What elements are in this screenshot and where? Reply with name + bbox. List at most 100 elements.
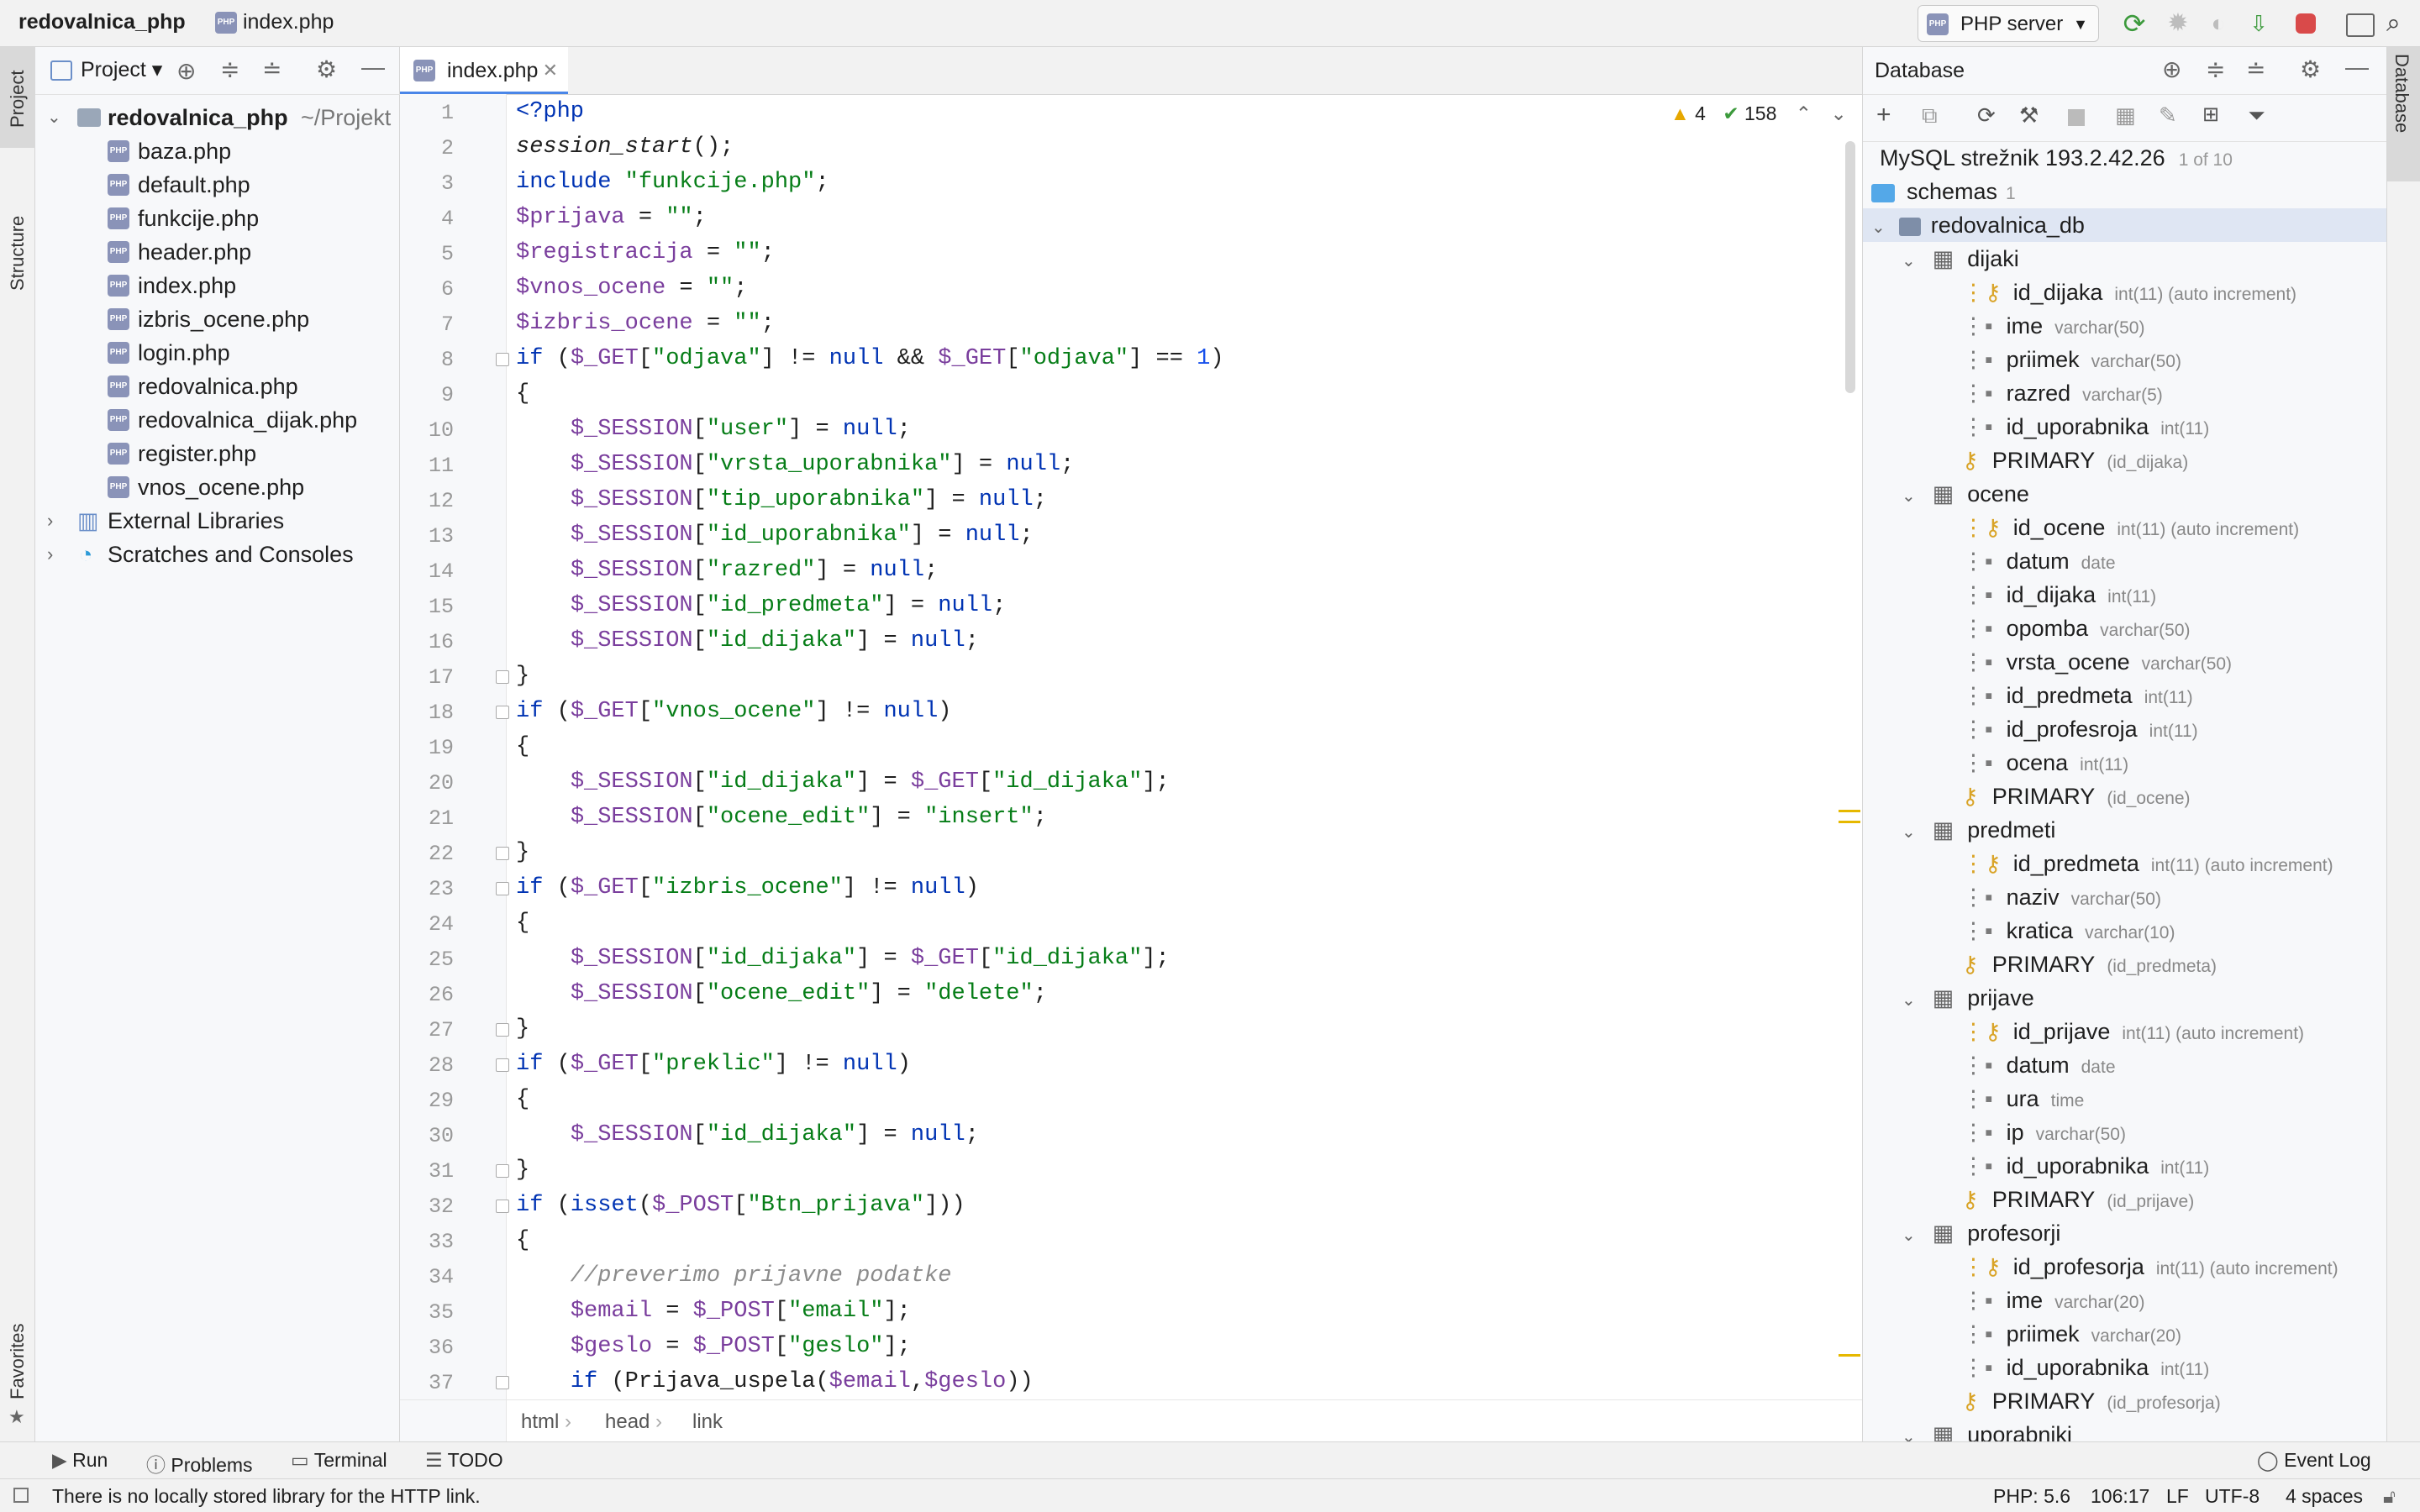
code-line[interactable]: //preverimo prijavne podatke	[516, 1258, 952, 1294]
file-item[interactable]: PHP default.php	[35, 168, 400, 202]
breadcrumb-item[interactable]: html	[521, 1410, 559, 1434]
code-line[interactable]: if ($_GET["vnos_ocene"] != null)	[516, 694, 952, 729]
code-line[interactable]: $_SESSION["id_dijaka"] = null;	[516, 1117, 979, 1152]
column-node[interactable]: ⋮▪ naziv varchar(50)	[1962, 880, 2161, 914]
column-node[interactable]: ⋮▪ id_profesroja int(11)	[1962, 712, 2198, 746]
project-root[interactable]: ⌄ redovalnica_php ~/Projekt	[35, 101, 400, 134]
chevron-up-icon[interactable]: ⌃	[1796, 102, 1812, 124]
code-line[interactable]: {	[516, 1223, 529, 1258]
code-line[interactable]: $_SESSION["ocene_edit"] = "delete";	[516, 976, 1047, 1011]
expand-all-icon[interactable]: ≑	[220, 55, 239, 83]
schemas-node[interactable]: schemas 1	[1871, 175, 2016, 208]
code-line[interactable]: {	[516, 906, 529, 941]
chevron-down-icon[interactable]: ⌄	[1830, 102, 1846, 124]
breadcrumb-item[interactable]: link	[692, 1410, 723, 1434]
code-line[interactable]: }	[516, 1152, 529, 1188]
column-node[interactable]: ⋮▪ ime varchar(20)	[1962, 1284, 2144, 1317]
code-line[interactable]: if (isset($_POST["Btn_prijava"]))	[516, 1188, 965, 1223]
column-node[interactable]: ⋮▪ id_predmeta int(11)	[1962, 679, 2193, 712]
database-tool-tab[interactable]: Database	[2387, 47, 2420, 181]
terminal-tool-button[interactable]: ▭ Terminal	[291, 1449, 387, 1472]
chevron-down-icon[interactable]: ⌄	[1902, 823, 1916, 842]
code-line[interactable]: $_SESSION["tip_uporabnika"] = null;	[516, 482, 1047, 517]
project-view-select[interactable]: Project ▾	[81, 57, 162, 82]
table-icon[interactable]: ▦	[2115, 102, 2136, 129]
scratches-and-consoles[interactable]: › ◔ Scratches and Consoles	[35, 538, 400, 571]
file-item[interactable]: PHP redovalnica_dijak.php	[35, 403, 400, 437]
column-node[interactable]: ⋮⚷ id_ocene int(11) (auto increment)	[1962, 511, 2299, 544]
build-icon[interactable]: ⇩	[2245, 10, 2272, 37]
collapse-all-icon[interactable]: ≐	[262, 55, 281, 83]
table-node[interactable]: ⌄ ▦ dijaki	[1902, 242, 2019, 276]
file-item[interactable]: PHP funkcije.php	[35, 202, 400, 235]
file-item[interactable]: PHP vnos_ocene.php	[35, 470, 400, 504]
column-node[interactable]: ⋮▪ id_dijaka int(11)	[1962, 578, 2156, 612]
file-item[interactable]: PHP header.php	[35, 235, 400, 269]
code-line[interactable]: {	[516, 376, 529, 412]
code-line[interactable]: <?php	[516, 94, 584, 129]
refresh-icon[interactable]: ⟳	[1977, 102, 1996, 129]
table-node[interactable]: ⌄ ▦ profesorji	[1902, 1216, 2060, 1250]
column-node[interactable]: ⋮▪ ura time	[1962, 1082, 2084, 1116]
close-icon[interactable]: ✕	[543, 47, 558, 94]
code-line[interactable]: $_SESSION["id_dijaka"] = $_GET["id_dijak…	[516, 764, 1170, 800]
column-node[interactable]: ⋮▪ ip varchar(50)	[1962, 1116, 2126, 1149]
column-node[interactable]: ⋮⚷ id_profesorja int(11) (auto increment)	[1962, 1250, 2338, 1284]
column-node[interactable]: ⋮▪ vrsta_ocene varchar(50)	[1962, 645, 2232, 679]
expand-all-icon[interactable]: ≑	[2206, 55, 2225, 83]
column-node[interactable]: ⋮▪ priimek varchar(50)	[1962, 343, 2181, 376]
code-line[interactable]: $_SESSION["id_dijaka"] = $_GET["id_dijak…	[516, 941, 1170, 976]
gear-icon[interactable]: ⚙	[316, 55, 337, 83]
table-node[interactable]: ⌄ ▦ predmeti	[1902, 813, 2055, 847]
run-config-select[interactable]: PHP PHP server ▼	[1918, 5, 2099, 42]
file-item[interactable]: PHP login.php	[35, 336, 400, 370]
edit-icon[interactable]: ✎	[2159, 102, 2177, 129]
schema-icon[interactable]: ⚒	[2019, 102, 2039, 129]
code-line[interactable]: $_SESSION["ocene_edit"] = "insert";	[516, 800, 1047, 835]
code-line[interactable]: if (Prijava_uspela($email,$geslo))	[516, 1364, 1034, 1399]
coverage-icon[interactable]: ◐	[2205, 10, 2232, 37]
code-line[interactable]: }	[516, 1011, 529, 1047]
code-line[interactable]: if ($_GET["preklic"] != null)	[516, 1047, 911, 1082]
code-line[interactable]: {	[516, 1082, 529, 1117]
primary-key-node[interactable]: ⚷ PRIMARY (id_dijaka)	[1962, 444, 2188, 477]
line-separator[interactable]: LF	[2166, 1485, 2189, 1508]
add-icon[interactable]: +	[1876, 101, 1891, 129]
chevron-down-icon[interactable]: ⌄	[1902, 252, 1916, 270]
hide-panel-icon[interactable]: —	[361, 54, 385, 81]
indent-setting[interactable]: 4 spaces	[2286, 1485, 2363, 1508]
duplicate-icon[interactable]: ⧉	[1922, 102, 1938, 129]
column-node[interactable]: ⋮▪ datum date	[1962, 544, 2116, 578]
lock-icon[interactable]: 🔓︎	[2383, 1485, 2396, 1508]
column-node[interactable]: ⋮▪ id_uporabnika int(11)	[1962, 410, 2209, 444]
stop-icon[interactable]	[2296, 13, 2316, 34]
php-version[interactable]: PHP: 5.6	[1993, 1485, 2070, 1508]
primary-key-node[interactable]: ⚷ PRIMARY (id_ocene)	[1962, 780, 2191, 813]
column-node[interactable]: ⋮▪ opomba varchar(50)	[1962, 612, 2191, 645]
console-icon[interactable]: ⊞	[2202, 102, 2219, 127]
column-node[interactable]: ⋮▪ ocena int(11)	[1962, 746, 2128, 780]
column-node[interactable]: ⋮▪ kratica varchar(10)	[1962, 914, 2175, 948]
todo-tool-button[interactable]: ☰ TODO	[425, 1449, 503, 1472]
file-item[interactable]: PHP index.php	[35, 269, 400, 302]
code-line[interactable]: if ($_GET["odjava"] != null && $_GET["od…	[516, 341, 1224, 376]
vertical-scrollbar[interactable]	[1845, 141, 1855, 393]
project-crumb[interactable]: redovalnica_php	[18, 10, 186, 34]
chevron-right-icon[interactable]: ›	[47, 538, 53, 571]
code-line[interactable]: $_SESSION["razred"] = null;	[516, 553, 938, 588]
file-item[interactable]: PHP izbris_ocene.php	[35, 302, 400, 336]
column-node[interactable]: ⋮▪ ime varchar(50)	[1962, 309, 2144, 343]
primary-key-node[interactable]: ⚷ PRIMARY (id_prijave)	[1962, 1183, 2194, 1216]
column-node[interactable]: ⋮⚷ id_dijaka int(11) (auto increment)	[1962, 276, 2296, 309]
code-line[interactable]: include "funkcije.php";	[516, 165, 829, 200]
chevron-down-icon[interactable]: ⌄	[1871, 218, 1886, 237]
code-line[interactable]: $registracija = "";	[516, 235, 775, 270]
table-node[interactable]: ⌄ ▦ uporabniki	[1902, 1418, 2072, 1441]
locate-icon[interactable]: ⊕	[2162, 55, 2181, 83]
chevron-right-icon[interactable]: ›	[47, 504, 53, 538]
code-line[interactable]: }	[516, 835, 529, 870]
code-line[interactable]: $geslo = $_POST["geslo"];	[516, 1329, 911, 1364]
database-node[interactable]: ⌄ redovalnica_db	[1863, 208, 2387, 242]
debug-icon[interactable]: ✹	[2165, 10, 2191, 37]
code-line[interactable]: }	[516, 659, 529, 694]
